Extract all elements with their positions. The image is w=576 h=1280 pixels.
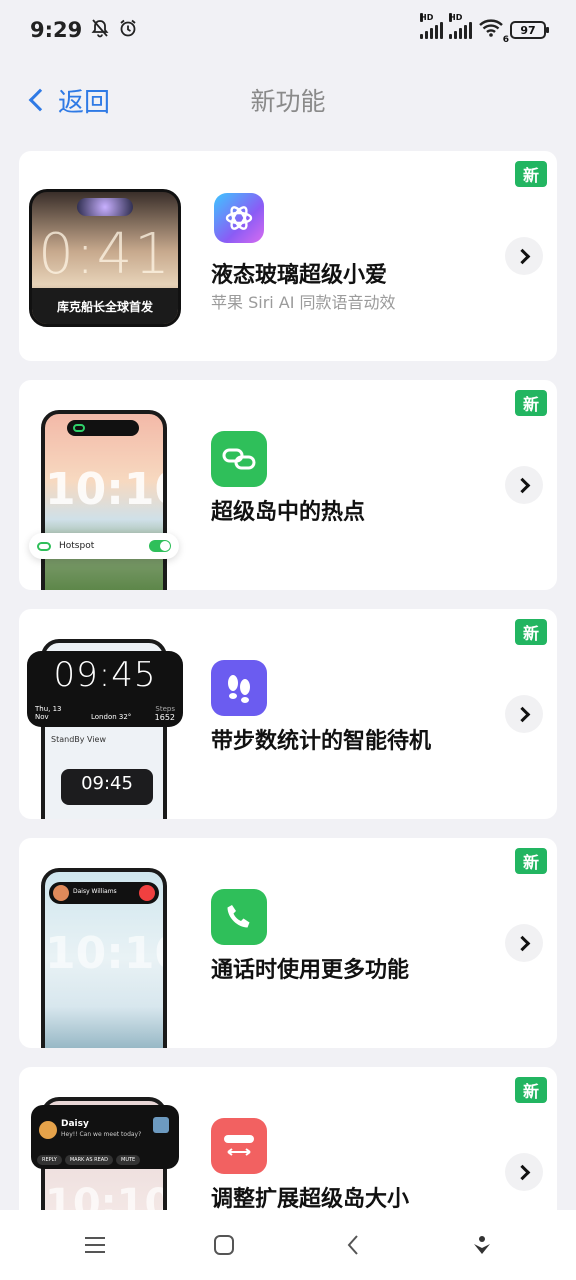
open-arrow-button[interactable] xyxy=(505,695,543,733)
chevron-right-icon xyxy=(514,706,530,722)
feature-thumbnail: 10:10 xyxy=(41,410,167,590)
thumbnail-caption: 库克船长全球首发 xyxy=(32,288,178,324)
page-header: 返回 新功能 xyxy=(0,70,576,130)
back-icon xyxy=(347,1235,358,1255)
chevron-right-icon xyxy=(514,248,530,264)
feature-title: 通话时使用更多功能 xyxy=(211,958,410,983)
feature-thumbnail: Daisy Williams 10:10 xyxy=(41,868,167,1048)
menu-button[interactable] xyxy=(75,1225,115,1265)
feature-title: 带步数统计的智能待机 xyxy=(211,729,432,754)
standby-steps: 1652 xyxy=(154,713,175,722)
new-badge: 新 xyxy=(515,619,547,645)
open-arrow-button[interactable] xyxy=(505,924,543,962)
thumbnail-time: 10:10 xyxy=(45,928,163,979)
notifications-muted-icon xyxy=(90,18,110,42)
expanded-island-widget: Daisy Hey!! Can we meet today? REPLY MAR… xyxy=(31,1105,179,1169)
footsteps-icon xyxy=(211,660,267,716)
status-bar: 9:29 HD HD 6 97 xyxy=(0,0,576,60)
signal-2-icon: HD xyxy=(449,13,472,39)
message-preview: Hey!! Can we meet today? xyxy=(61,1131,142,1138)
menu-icon xyxy=(84,1237,105,1253)
feature-card-call-features[interactable]: 新 Daisy Williams 10:10 通话时使用更多功能 xyxy=(19,838,557,1048)
feature-subtitle: 苹果 Siri AI 同款语音动效 xyxy=(211,293,396,312)
standby-widget: 09:45 Thu, 13 Nov London 32° Steps 1652 xyxy=(27,651,183,727)
feature-title: 超级岛中的热点 xyxy=(211,500,366,525)
feature-list: 新 0:41 库克船长全球首发 液态玻璃超级小爱 苹果 Siri AI 同款语音… xyxy=(19,151,557,1276)
standby-preview-time: 09:45 xyxy=(61,769,153,805)
phone-icon xyxy=(211,889,267,945)
hotspot-link-icon xyxy=(37,541,51,551)
feature-title: 液态玻璃超级小爱 xyxy=(211,263,388,288)
mark-read-chip: MARK AS READ xyxy=(64,1155,113,1165)
new-badge: 新 xyxy=(515,390,547,416)
back-nav-button[interactable] xyxy=(333,1225,373,1265)
reply-chip: REPLY xyxy=(37,1155,62,1165)
assist-icon xyxy=(473,1236,490,1254)
standby-weather: London 32° xyxy=(91,713,132,721)
back-label: 返回 xyxy=(58,87,111,118)
standby-setting-label: StandBy View xyxy=(51,735,107,744)
feature-card-liquid-glass-xiaoai[interactable]: 新 0:41 库克船长全球首发 液态玻璃超级小爱 苹果 Siri AI 同款语音… xyxy=(19,151,557,361)
battery-indicator: 97 xyxy=(510,21,549,39)
wifi-icon: 6 xyxy=(478,18,509,45)
standby-time: 09:45 xyxy=(53,655,157,695)
chevron-right-icon xyxy=(514,935,530,951)
back-button[interactable]: 返回 xyxy=(26,82,110,119)
thumbnail-time: 10:10 xyxy=(45,464,163,515)
caller-name: Daisy Williams xyxy=(73,888,117,895)
open-arrow-button[interactable] xyxy=(505,466,543,504)
home-icon xyxy=(213,1235,234,1255)
resize-arrows-icon xyxy=(211,1118,267,1174)
feature-card-standby-steps[interactable]: 新 StandBy View 09:45 09:45 Thu, 13 Nov L… xyxy=(19,609,557,819)
xiaoai-swirl-icon xyxy=(214,193,264,243)
new-badge: 新 xyxy=(515,161,547,187)
message-sender: Daisy xyxy=(61,1119,89,1129)
new-badge: 新 xyxy=(515,848,547,874)
signal-1-icon: HD xyxy=(420,13,443,39)
feature-thumbnail: 0:41 库克船长全球首发 xyxy=(29,189,181,327)
system-navigation-bar xyxy=(0,1210,576,1280)
status-time: 9:29 xyxy=(30,18,83,42)
assist-button[interactable] xyxy=(462,1225,502,1265)
alarm-icon xyxy=(118,18,138,42)
feature-title: 调整扩展超级岛大小 xyxy=(211,1187,410,1212)
chevron-right-icon xyxy=(514,1164,530,1180)
new-badge: 新 xyxy=(515,1077,547,1103)
feature-card-hotspot-island[interactable]: 新 10:10 Hotspot 超级岛中的热点 xyxy=(19,380,557,590)
standby-date: Thu, 13 Nov xyxy=(35,705,62,721)
chevron-right-icon xyxy=(514,477,530,493)
open-arrow-button[interactable] xyxy=(505,1153,543,1191)
open-arrow-button[interactable] xyxy=(505,237,543,275)
hotspot-link-icon xyxy=(211,431,267,487)
hotspot-toggle-pill: Hotspot xyxy=(29,533,179,559)
standby-steps-label: Steps xyxy=(155,705,175,713)
hotspot-label: Hotspot xyxy=(59,541,95,551)
mute-chip: MUTE xyxy=(116,1155,141,1165)
hotspot-switch xyxy=(149,540,171,552)
back-chevron-icon xyxy=(28,88,52,112)
home-button[interactable] xyxy=(204,1225,244,1265)
